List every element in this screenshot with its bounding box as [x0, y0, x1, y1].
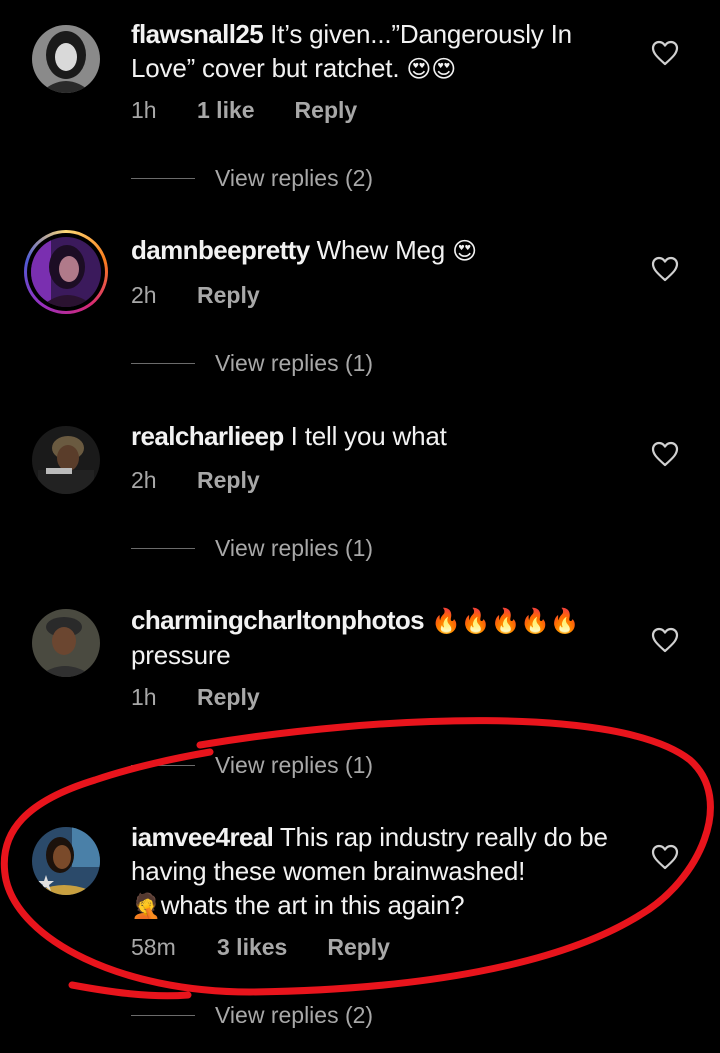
reply-button[interactable]: Reply	[197, 282, 260, 309]
heart-outline-icon[interactable]	[651, 441, 679, 467]
comment-text: charmingcharltonphotos 🔥🔥🔥🔥🔥 pressure	[131, 603, 621, 672]
view-replies-button[interactable]: View replies (2)	[131, 165, 373, 192]
heart-eyes-emoji: 😍😍	[406, 55, 457, 83]
comment-meta: 1h 1 like Reply	[131, 97, 357, 124]
timestamp: 1h	[131, 684, 157, 710]
divider	[131, 765, 195, 766]
heart-outline-icon[interactable]	[651, 844, 679, 870]
view-replies-label: View replies (1)	[215, 752, 374, 778]
likes-count[interactable]: 3 likes	[217, 934, 287, 961]
divider	[131, 1015, 195, 1016]
avatar[interactable]	[32, 426, 100, 494]
comment-meta: 58m 3 likes Reply	[131, 934, 390, 961]
heart-eyes-emoji: 😍	[452, 237, 477, 265]
facepalm-emoji: 🤦	[131, 892, 161, 920]
timestamp: 1h	[131, 97, 157, 123]
view-replies-button[interactable]: View replies (1)	[131, 535, 373, 562]
avatar	[31, 237, 101, 307]
comment-meta: 2h Reply	[131, 467, 260, 494]
reply-button[interactable]: Reply	[197, 467, 260, 494]
view-replies-button[interactable]: View replies (1)	[131, 350, 373, 377]
username[interactable]: realcharlieep	[131, 421, 284, 451]
timestamp: 2h	[131, 467, 157, 493]
username[interactable]: flawsnall25	[131, 19, 264, 49]
divider	[131, 363, 195, 364]
fire-emoji: 🔥🔥🔥🔥🔥	[431, 607, 580, 635]
comment-text: damnbeepretty Whew Meg 😍	[131, 233, 621, 268]
divider	[131, 548, 195, 549]
comment-text: flawsnall25 It’s given...”Dangerously In…	[131, 17, 621, 86]
comment-body-line-2: whats the art in this again?	[160, 890, 465, 920]
timestamp: 58m	[131, 934, 176, 960]
reply-button[interactable]: Reply	[197, 684, 260, 711]
view-replies-button[interactable]: View replies (1)	[131, 752, 373, 779]
comment-meta: 2h Reply	[131, 282, 260, 309]
story-ring[interactable]	[24, 230, 108, 314]
comment-meta: 1h Reply	[131, 684, 260, 711]
username[interactable]: damnbeepretty	[131, 235, 310, 265]
divider	[131, 178, 195, 179]
username[interactable]: iamvee4real	[131, 822, 274, 852]
heart-outline-icon[interactable]	[651, 40, 679, 66]
view-replies-label: View replies (2)	[215, 165, 374, 191]
reply-button[interactable]: Reply	[327, 934, 390, 961]
avatar[interactable]	[32, 609, 100, 677]
avatar[interactable]	[32, 827, 100, 895]
likes-count[interactable]: 1 like	[197, 97, 255, 124]
reply-button[interactable]: Reply	[295, 97, 358, 124]
view-replies-label: View replies (1)	[215, 350, 374, 376]
heart-outline-icon[interactable]	[651, 627, 679, 653]
view-replies-button[interactable]: View replies (2)	[131, 1002, 373, 1029]
comment-body: Whew Meg	[316, 235, 446, 265]
comment-body: pressure	[131, 640, 231, 670]
heart-outline-icon[interactable]	[651, 256, 679, 282]
view-replies-label: View replies (2)	[215, 1002, 374, 1028]
comment-text: realcharlieep I tell you what	[131, 419, 621, 453]
comment-body: I tell you what	[290, 421, 447, 451]
avatar[interactable]	[32, 25, 100, 93]
timestamp: 2h	[131, 282, 157, 308]
comment-text: iamvee4real This rap industry really do …	[131, 820, 621, 923]
view-replies-label: View replies (1)	[215, 535, 374, 561]
username[interactable]: charmingcharltonphotos	[131, 605, 425, 635]
